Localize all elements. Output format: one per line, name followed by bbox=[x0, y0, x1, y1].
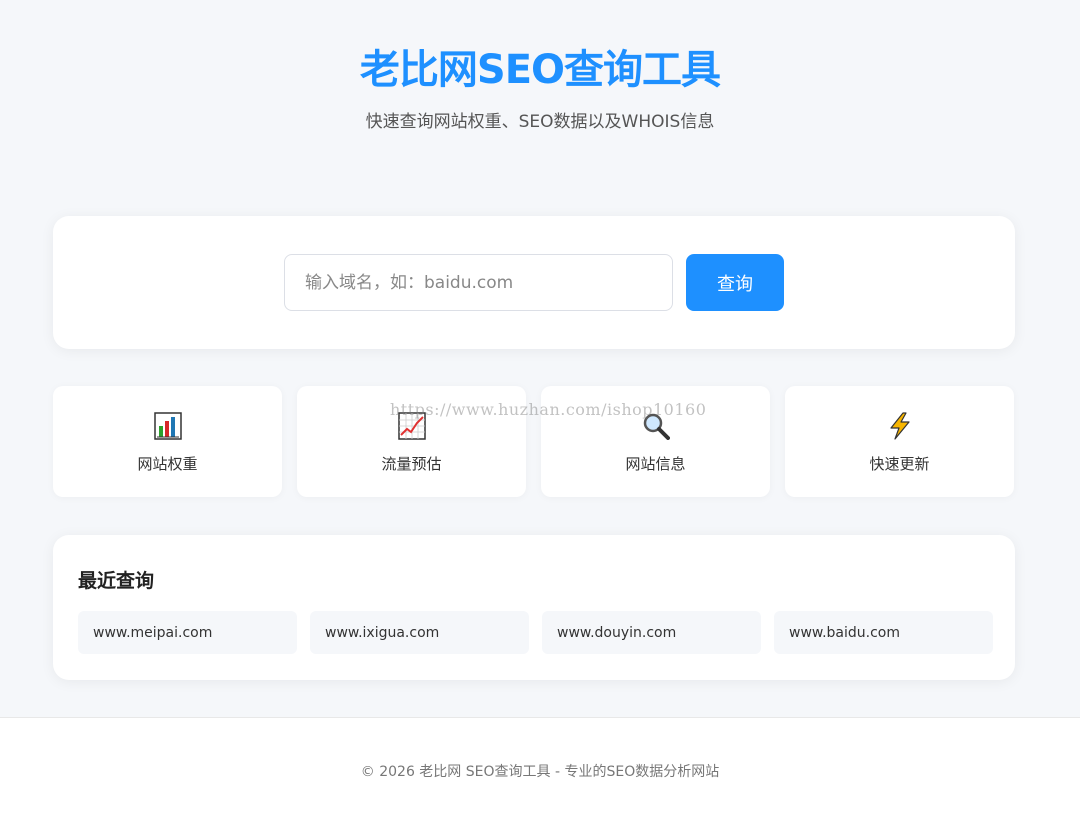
feature-label: 流量预估 bbox=[381, 455, 442, 473]
recent-queries-list: www.meipai.com www.ixigua.com www.douyin… bbox=[78, 611, 993, 654]
page-title: 老比网SEO查询工具 bbox=[359, 47, 721, 93]
recent-query-item[interactable]: www.baidu.com bbox=[774, 611, 993, 654]
query-button[interactable]: 查询 bbox=[686, 254, 784, 311]
domain-search-input[interactable] bbox=[284, 254, 673, 311]
recent-query-item[interactable]: www.meipai.com bbox=[78, 611, 297, 654]
footer-copyright: © 2026 老比网 SEO查询工具 - 专业的SEO数据分析网站 bbox=[360, 764, 720, 780]
search-row: 查询 bbox=[284, 254, 784, 311]
recent-query-item[interactable]: www.douyin.com bbox=[542, 611, 761, 654]
recent-queries-title: 最近查询 bbox=[78, 570, 155, 592]
search-card: 查询 bbox=[53, 216, 1015, 349]
lightning-icon bbox=[886, 412, 914, 440]
watermark-text: https://www.huzhan.com/ishop10160 bbox=[390, 400, 707, 419]
feature-label: 网站权重 bbox=[137, 455, 198, 473]
bar-chart-icon bbox=[153, 412, 182, 440]
feature-site-weight[interactable]: 网站权重 bbox=[53, 386, 282, 497]
recent-query-item[interactable]: www.ixigua.com bbox=[310, 611, 529, 654]
recent-queries-card: 最近查询 www.meipai.com www.ixigua.com www.d… bbox=[53, 535, 1015, 680]
page-subtitle: 快速查询网站权重、SEO数据以及WHOIS信息 bbox=[365, 112, 715, 132]
feature-quick-update[interactable]: 快速更新 bbox=[785, 386, 1014, 497]
feature-label: 快速更新 bbox=[869, 455, 930, 473]
feature-label: 网站信息 bbox=[625, 455, 686, 473]
page-footer: © 2026 老比网 SEO查询工具 - 专业的SEO数据分析网站 bbox=[0, 717, 1080, 819]
page-header: 老比网SEO查询工具 快速查询网站权重、SEO数据以及WHOIS信息 bbox=[0, 0, 1080, 134]
